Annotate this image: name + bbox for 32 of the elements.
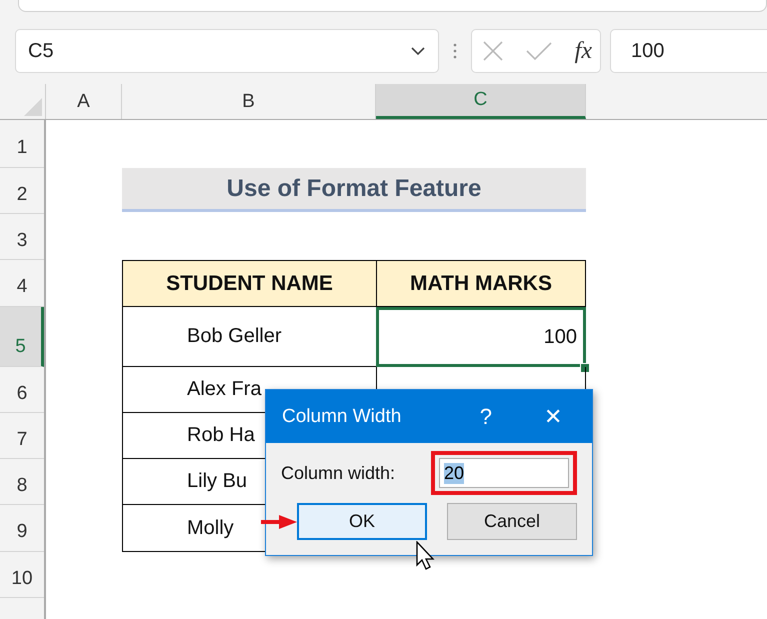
row-header[interactable]: 9 [0, 505, 44, 552]
cancel-icon[interactable] [482, 40, 504, 62]
header-cell: STUDENT NAME [122, 260, 376, 307]
ok-button[interactable]: OK [297, 503, 427, 540]
cursor-icon [416, 541, 436, 571]
table-cell: 100 [376, 307, 586, 367]
chevron-down-icon[interactable] [410, 46, 426, 56]
column-header[interactable]: A [46, 84, 122, 119]
select-all-icon[interactable] [23, 97, 43, 117]
more-icon[interactable] [453, 42, 457, 60]
row-header[interactable]: 2 [0, 168, 44, 214]
header-cell: MATH MARKS [376, 260, 586, 307]
row-header[interactable]: 10 [0, 552, 44, 598]
check-icon[interactable] [525, 41, 554, 61]
close-button[interactable]: ✕ [544, 404, 562, 430]
formula-field[interactable]: 100 [610, 29, 767, 73]
column-header[interactable]: C [376, 84, 586, 119]
fill-handle[interactable] [580, 363, 590, 373]
row-header[interactable]: 5 [0, 307, 44, 367]
row-header[interactable]: 8 [0, 459, 44, 505]
name-box[interactable]: C5 [15, 29, 439, 73]
arrow-icon [261, 514, 297, 530]
table-cell: Bob Geller [122, 307, 376, 367]
row-header[interactable]: 6 [0, 367, 44, 413]
row-header[interactable]: 7 [0, 413, 44, 459]
cancel-button[interactable]: Cancel [447, 503, 577, 540]
row-header[interactable]: 3 [0, 214, 44, 260]
insert-function-button[interactable]: fx [574, 38, 592, 64]
input-field[interactable]: 20 [439, 458, 569, 488]
row-header[interactable]: 1 [0, 120, 44, 168]
help-button[interactable]: ? [480, 404, 492, 430]
sheet-title: Use of Format Feature [122, 168, 586, 212]
